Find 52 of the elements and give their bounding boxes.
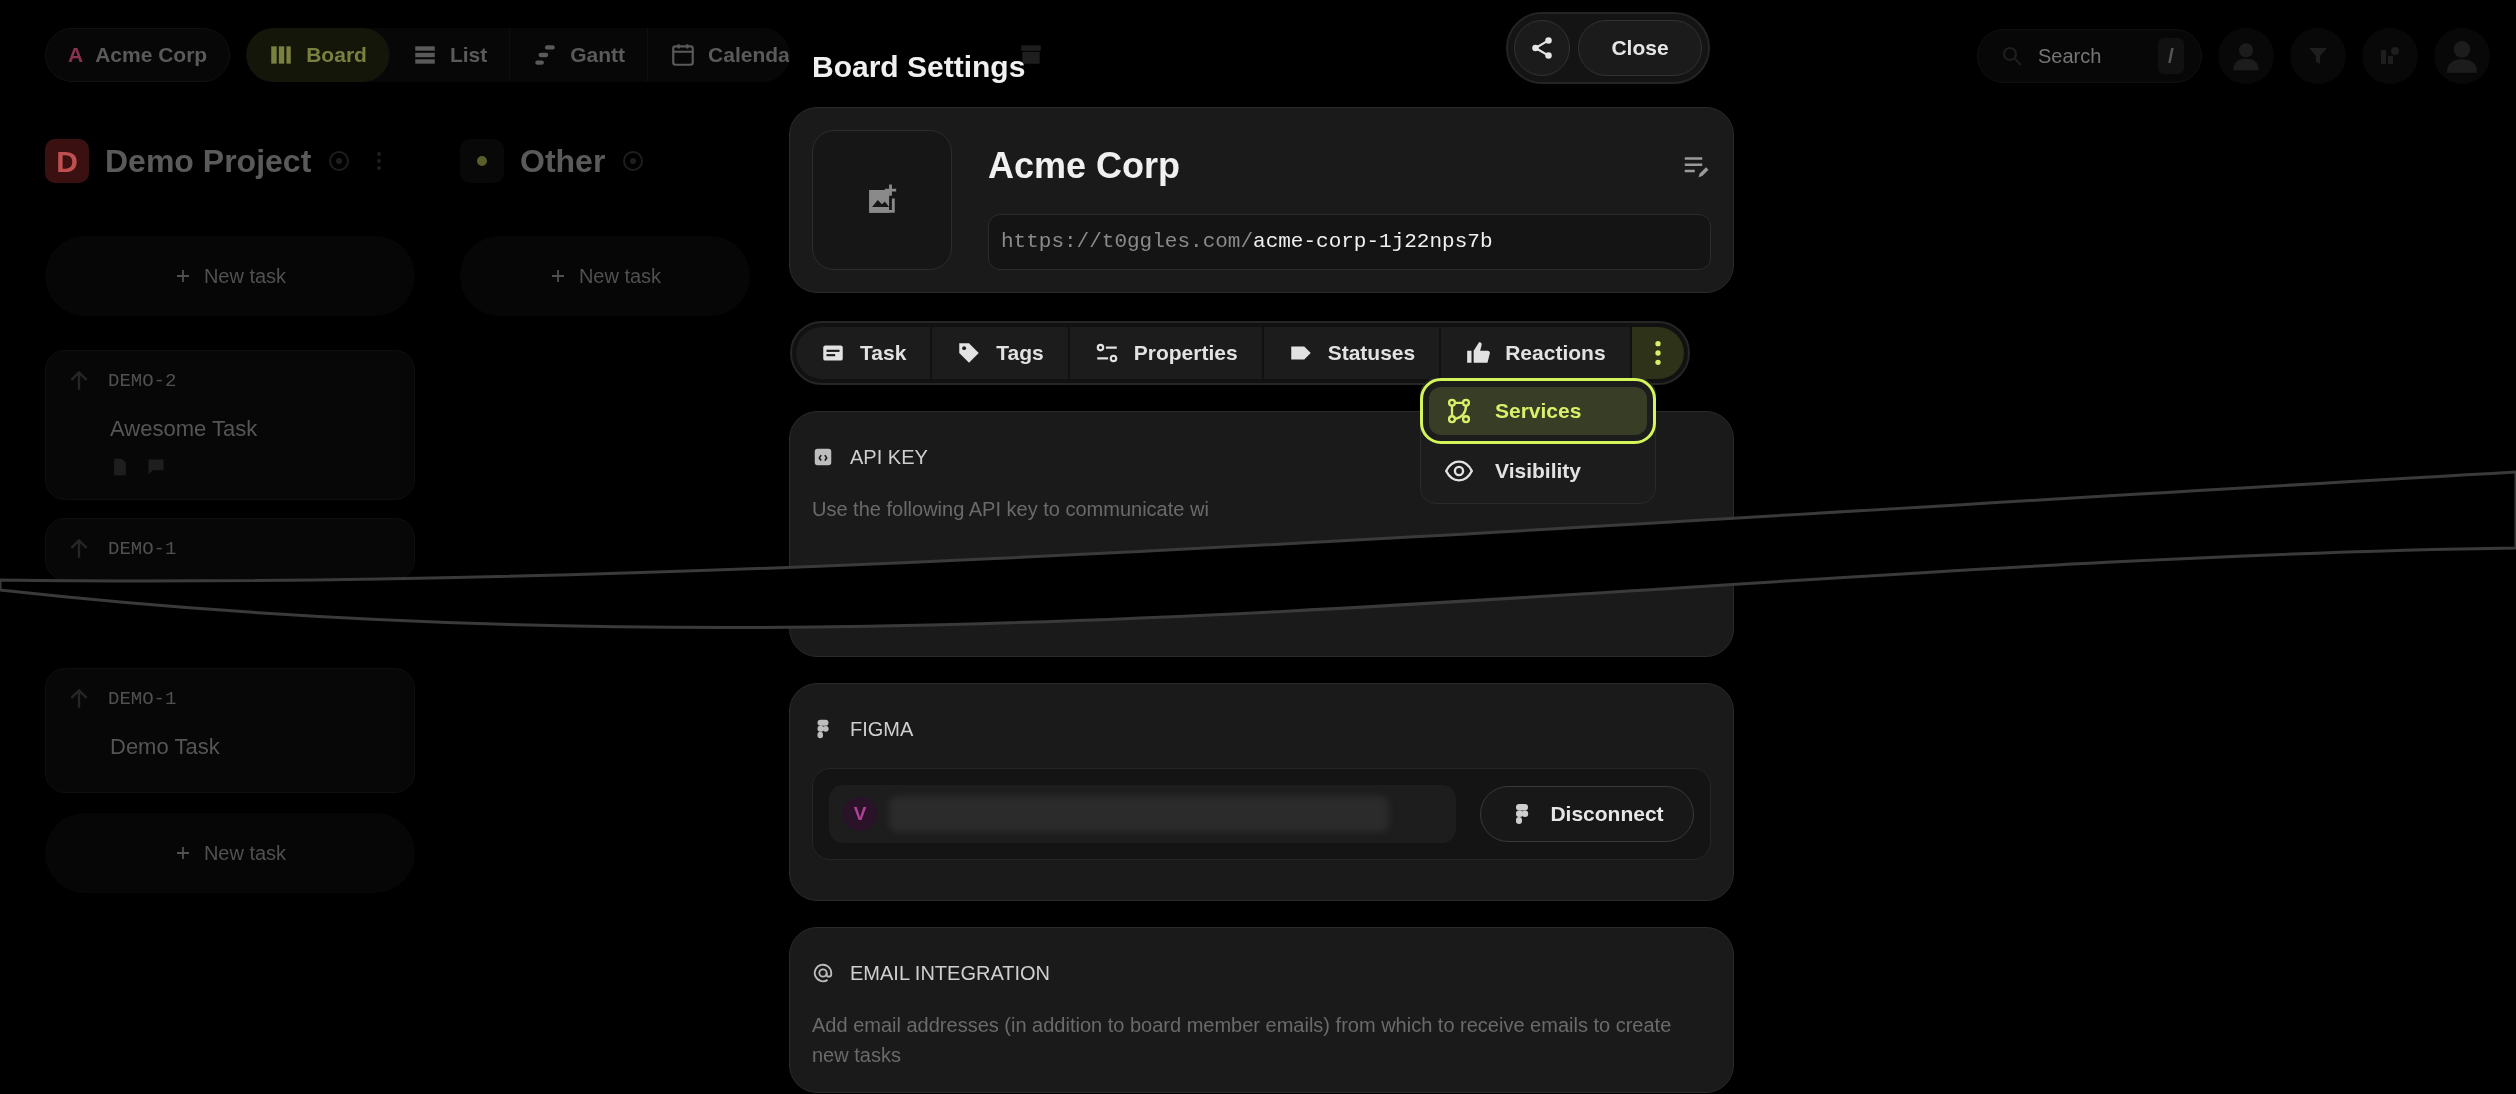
search-icon: [2000, 44, 2024, 68]
image-upload-button[interactable]: [812, 130, 952, 270]
new-task-button[interactable]: New task: [45, 236, 415, 316]
task-card[interactable]: DEMO-2 Awesome Task: [45, 350, 415, 500]
more-button[interactable]: [1631, 327, 1684, 379]
settings-tab[interactable]: Properties: [1069, 327, 1264, 379]
board-name: Acme Corp: [988, 143, 1181, 188]
shortcut-key: /: [2158, 38, 2184, 74]
section-title: API KEY: [850, 445, 928, 470]
task-card[interactable]: DEMO-1: [45, 518, 415, 580]
url-field[interactable]: https://t0ggles.com/acme-corp-1j22nps7b: [988, 213, 1711, 270]
column-title: Other: [520, 142, 606, 181]
view-tab[interactable]: Gantt: [510, 28, 649, 82]
section-description: Use the following API key to communicate wi: [812, 497, 1210, 522]
project-initial: D: [45, 139, 89, 183]
section-description: Add email addresses (in addition to board member emails) from which to receive emails to create new tasks: [812, 1013, 1673, 1068]
task-id: DEMO-2: [108, 369, 177, 394]
view-tab[interactable]: List: [389, 28, 511, 82]
new-task-button[interactable]: New task: [460, 236, 750, 316]
search-input[interactable]: Search: [2036, 40, 2146, 72]
target-icon: [327, 149, 352, 173]
new-task-button[interactable]: New task: [45, 813, 415, 893]
settings-tab[interactable]: Statuses: [1263, 327, 1442, 379]
branch-icon: [1445, 397, 1473, 425]
view-tab[interactable]: Board: [246, 28, 390, 82]
section-title: EMAIL INTEGRATION: [850, 961, 1051, 986]
avatar-initial: V: [843, 797, 877, 831]
task-title: Demo Task: [110, 732, 221, 761]
settings-tab[interactable]: Tags: [932, 327, 1070, 379]
at-sign-icon: [812, 962, 834, 984]
task-title: Awesome Task: [110, 414, 259, 443]
task-card[interactable]: DEMO-1 Demo Task: [45, 668, 415, 793]
disconnect-button[interactable]: Disconnect: [1480, 786, 1694, 842]
close-button[interactable]: Close: [1578, 20, 1702, 76]
kebab-icon: [1654, 341, 1661, 365]
share-button[interactable]: [1514, 20, 1570, 76]
section-title: FIGMA: [850, 717, 914, 742]
settings-tab[interactable]: Reactions: [1441, 327, 1632, 379]
dialog-title: Board Settings: [812, 49, 1026, 85]
column-title: Demo Project: [105, 142, 312, 181]
target-icon: [621, 149, 646, 173]
calendar-icon: [670, 42, 697, 68]
view-tab[interactable]: Calenda: [648, 28, 790, 82]
menu-item[interactable]: Visibility: [1429, 447, 1647, 495]
search-field[interactable]: Search /: [1977, 29, 2202, 83]
workspace-switcher[interactable]: A Acme Corp: [45, 28, 231, 82]
task-id: DEMO-1: [108, 687, 177, 712]
code-icon: [812, 446, 834, 468]
settings-tab[interactable]: Task: [796, 327, 933, 379]
task-id: DEMO-1: [108, 537, 177, 562]
thumbs-up-icon: [1465, 340, 1492, 366]
share-icon: [1529, 35, 1555, 61]
